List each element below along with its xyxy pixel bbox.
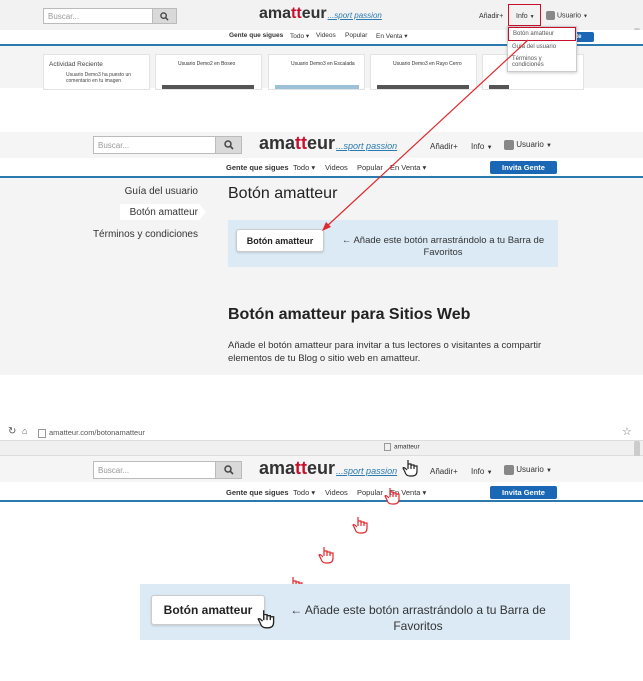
tagline: ...sport passion	[336, 466, 398, 476]
cursor-hand-icon	[318, 547, 334, 564]
bookmarklet-button[interactable]: Botón amatteur	[151, 595, 265, 625]
search-icon	[223, 465, 234, 475]
cursor-hand-icon	[257, 610, 275, 629]
cursor-hand-icon	[402, 460, 418, 477]
chevron-down-icon: ▼	[546, 468, 552, 475]
page-icon	[38, 428, 46, 438]
url-text: amatteur.com/botonamatteur	[49, 428, 145, 437]
search-button[interactable]	[215, 461, 242, 479]
annotation-arrow	[322, 39, 529, 231]
invite-button[interactable]: Invita Gente	[490, 486, 557, 499]
bookmark-item[interactable]: amatteur	[384, 443, 420, 451]
user-menu[interactable]: Usuario ▼	[504, 465, 552, 475]
bookmarks-bar	[0, 441, 643, 456]
reload-icon[interactable]: ↻	[8, 426, 16, 437]
logo-part: eur	[307, 458, 336, 478]
info-label: Info	[471, 467, 485, 476]
star-icon[interactable]: ☆	[622, 425, 632, 438]
home-icon[interactable]: ⌂	[22, 426, 27, 436]
chevron-down-icon: ▼	[486, 470, 493, 476]
user-label: Usuario	[516, 465, 544, 475]
info-menu[interactable]: Info ▼	[471, 467, 493, 476]
search-input[interactable]: Buscar...	[93, 461, 217, 479]
logo-part: tt	[295, 458, 308, 478]
nav-following[interactable]: Gente que sigues	[226, 488, 289, 497]
address-bar[interactable]: amatteur.com/botonamatteur	[38, 428, 145, 438]
nav-all-label: Todo	[293, 488, 310, 497]
bookmark-icon	[384, 443, 391, 451]
cursor-hand-icon	[384, 488, 400, 505]
scrollbar[interactable]	[634, 441, 640, 457]
cursor-hand-icon	[352, 517, 368, 534]
nav-videos[interactable]: Videos	[325, 488, 348, 497]
bookmark-label: amatteur	[394, 443, 420, 451]
nav-all[interactable]: Todo ▾	[293, 488, 315, 497]
nav-popular[interactable]: Popular	[357, 488, 383, 497]
bookmarklet-hint: ← Añade este botón arrastrándolo a tu Ba…	[290, 603, 546, 633]
logo-part: ama	[259, 458, 296, 478]
add-button[interactable]: Añadir+	[430, 467, 458, 476]
logo[interactable]: amatteur...sport passion	[259, 458, 397, 479]
avatar	[504, 465, 514, 475]
